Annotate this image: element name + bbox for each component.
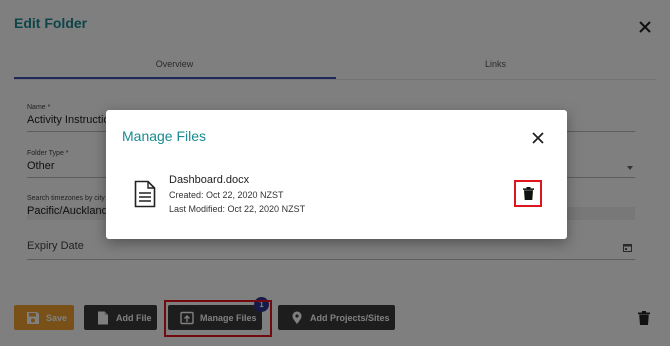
- trash-icon: [522, 187, 534, 200]
- delete-file-button[interactable]: [514, 180, 542, 207]
- document-icon: [134, 180, 156, 208]
- file-name: Dashboard.docx: [169, 174, 250, 186]
- file-created-date: Created: Oct 22, 2020 NZST: [169, 190, 284, 200]
- modal-title: Manage Files: [122, 128, 207, 144]
- modal-close-icon[interactable]: [532, 132, 544, 144]
- manage-files-modal: Manage Files Dashboard.docx Created: Oct…: [106, 110, 567, 239]
- file-modified-date: Last Modified: Oct 22, 2020 NZST: [169, 204, 306, 214]
